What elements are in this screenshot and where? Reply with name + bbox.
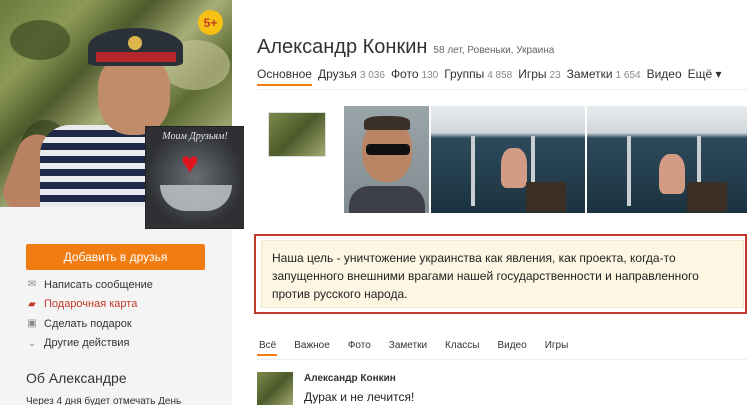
tab-video[interactable]: Видео xyxy=(647,67,682,81)
tab-groups[interactable]: Группы 4 858 xyxy=(444,67,512,81)
other-actions-link[interactable]: ⌄ Другие действия xyxy=(26,334,153,354)
tab-label: Игры xyxy=(518,67,547,81)
age-rating-badge: 5+ xyxy=(198,10,223,35)
tab-games[interactable]: Игры 23 xyxy=(518,67,560,81)
make-gift-label: Сделать подарок xyxy=(44,317,132,330)
tabs-divider xyxy=(257,89,747,90)
profile-name[interactable]: Александр Конкин xyxy=(257,36,427,59)
tab-main[interactable]: Основное xyxy=(257,67,312,81)
tab-label: Ещё ▾ xyxy=(687,67,722,81)
tab-count: 130 xyxy=(421,70,439,81)
gift-card-icon: ▰ xyxy=(28,298,36,310)
feed-tab-video[interactable]: Видео xyxy=(497,340,526,351)
feed-tab-notes[interactable]: Заметки xyxy=(389,340,427,351)
feed-tab-important[interactable]: Важное xyxy=(294,340,330,351)
tab-label: Фото xyxy=(390,67,419,81)
active-feed-tab-indicator xyxy=(257,354,277,356)
feed-tab-likes[interactable]: Классы xyxy=(445,340,479,351)
status-quote[interactable]: Наша цель - уничтожение украинства как я… xyxy=(261,240,744,308)
tab-label: Видео xyxy=(646,67,682,81)
photo-thumbnail[interactable] xyxy=(344,106,429,213)
other-actions-label: Другие действия xyxy=(44,337,130,350)
profile-actions: ✉ Написать сообщение ▰ Подарочная карта … xyxy=(26,275,153,353)
tab-friends[interactable]: Друзья 3 036 xyxy=(318,67,385,81)
post-author[interactable]: Александр Конкин xyxy=(304,373,396,384)
feed-divider xyxy=(257,359,747,360)
heart-icon: ♥ xyxy=(181,147,199,180)
about-title: Об Александре xyxy=(26,370,127,386)
sticker-caption: Моим Друзьям! xyxy=(162,131,228,142)
profile-header: Александр Конкин 58 лет, Ровеньки, Украи… xyxy=(257,36,554,59)
feed-tab-all[interactable]: Всё xyxy=(259,340,276,351)
photo-thumbnail[interactable] xyxy=(268,112,326,157)
tab-count: 1 654 xyxy=(615,70,641,81)
send-message-link[interactable]: ✉ Написать сообщение xyxy=(26,275,153,295)
hands-image xyxy=(160,185,232,211)
tab-notes[interactable]: Заметки 1 654 xyxy=(567,67,641,81)
profile-meta: 58 лет, Ровеньки, Украина xyxy=(433,45,555,56)
feed-tabs: Всё Важное Фото Заметки Классы Видео Игр… xyxy=(259,340,586,351)
tab-label: Заметки xyxy=(566,67,613,81)
friends-sticker[interactable]: Моим Друзьям! ♥ xyxy=(145,126,245,229)
photo-thumbnail[interactable] xyxy=(587,106,747,213)
tab-count: 3 036 xyxy=(359,70,385,81)
about-line: Через 4 дня будет отмечать День xyxy=(26,396,182,405)
photo-thumbnail[interactable] xyxy=(431,106,585,213)
tab-count: 23 xyxy=(549,70,561,81)
tab-more[interactable]: Ещё ▾ xyxy=(688,67,722,81)
gift-card-label: Подарочная карта xyxy=(44,298,138,311)
envelope-icon: ✉ xyxy=(27,279,37,291)
tab-label: Основное xyxy=(257,67,312,81)
status-quote-text: Наша цель - уничтожение украинства как я… xyxy=(272,251,699,301)
active-tab-indicator xyxy=(257,84,312,86)
make-gift-link[interactable]: ▣ Сделать подарок xyxy=(26,314,153,334)
chevron-down-icon: ⌄ xyxy=(27,337,37,349)
status-quote-highlight: Наша цель - уничтожение украинства как я… xyxy=(254,234,747,314)
gift-card-link[interactable]: ▰ Подарочная карта xyxy=(26,295,153,315)
tab-label: Группы xyxy=(444,67,485,81)
profile-tabs: Основное Друзья 3 036 Фото 130 Группы 4 … xyxy=(257,67,728,81)
add-friend-button[interactable]: Добавить в друзья xyxy=(26,244,205,270)
tab-photos[interactable]: Фото 130 xyxy=(391,67,438,81)
feed-tab-games[interactable]: Игры xyxy=(545,340,569,351)
gift-icon: ▣ xyxy=(27,318,37,330)
send-message-label: Написать сообщение xyxy=(44,278,153,291)
tab-label: Друзья xyxy=(317,67,357,81)
feed-tab-photos[interactable]: Фото xyxy=(348,340,371,351)
post-text: Дурак и не лечится! xyxy=(304,390,415,404)
tab-count: 4 858 xyxy=(487,70,513,81)
profile-main: Александр Конкин 58 лет, Ровеньки, Украи… xyxy=(244,0,747,405)
post-avatar[interactable] xyxy=(257,372,293,405)
